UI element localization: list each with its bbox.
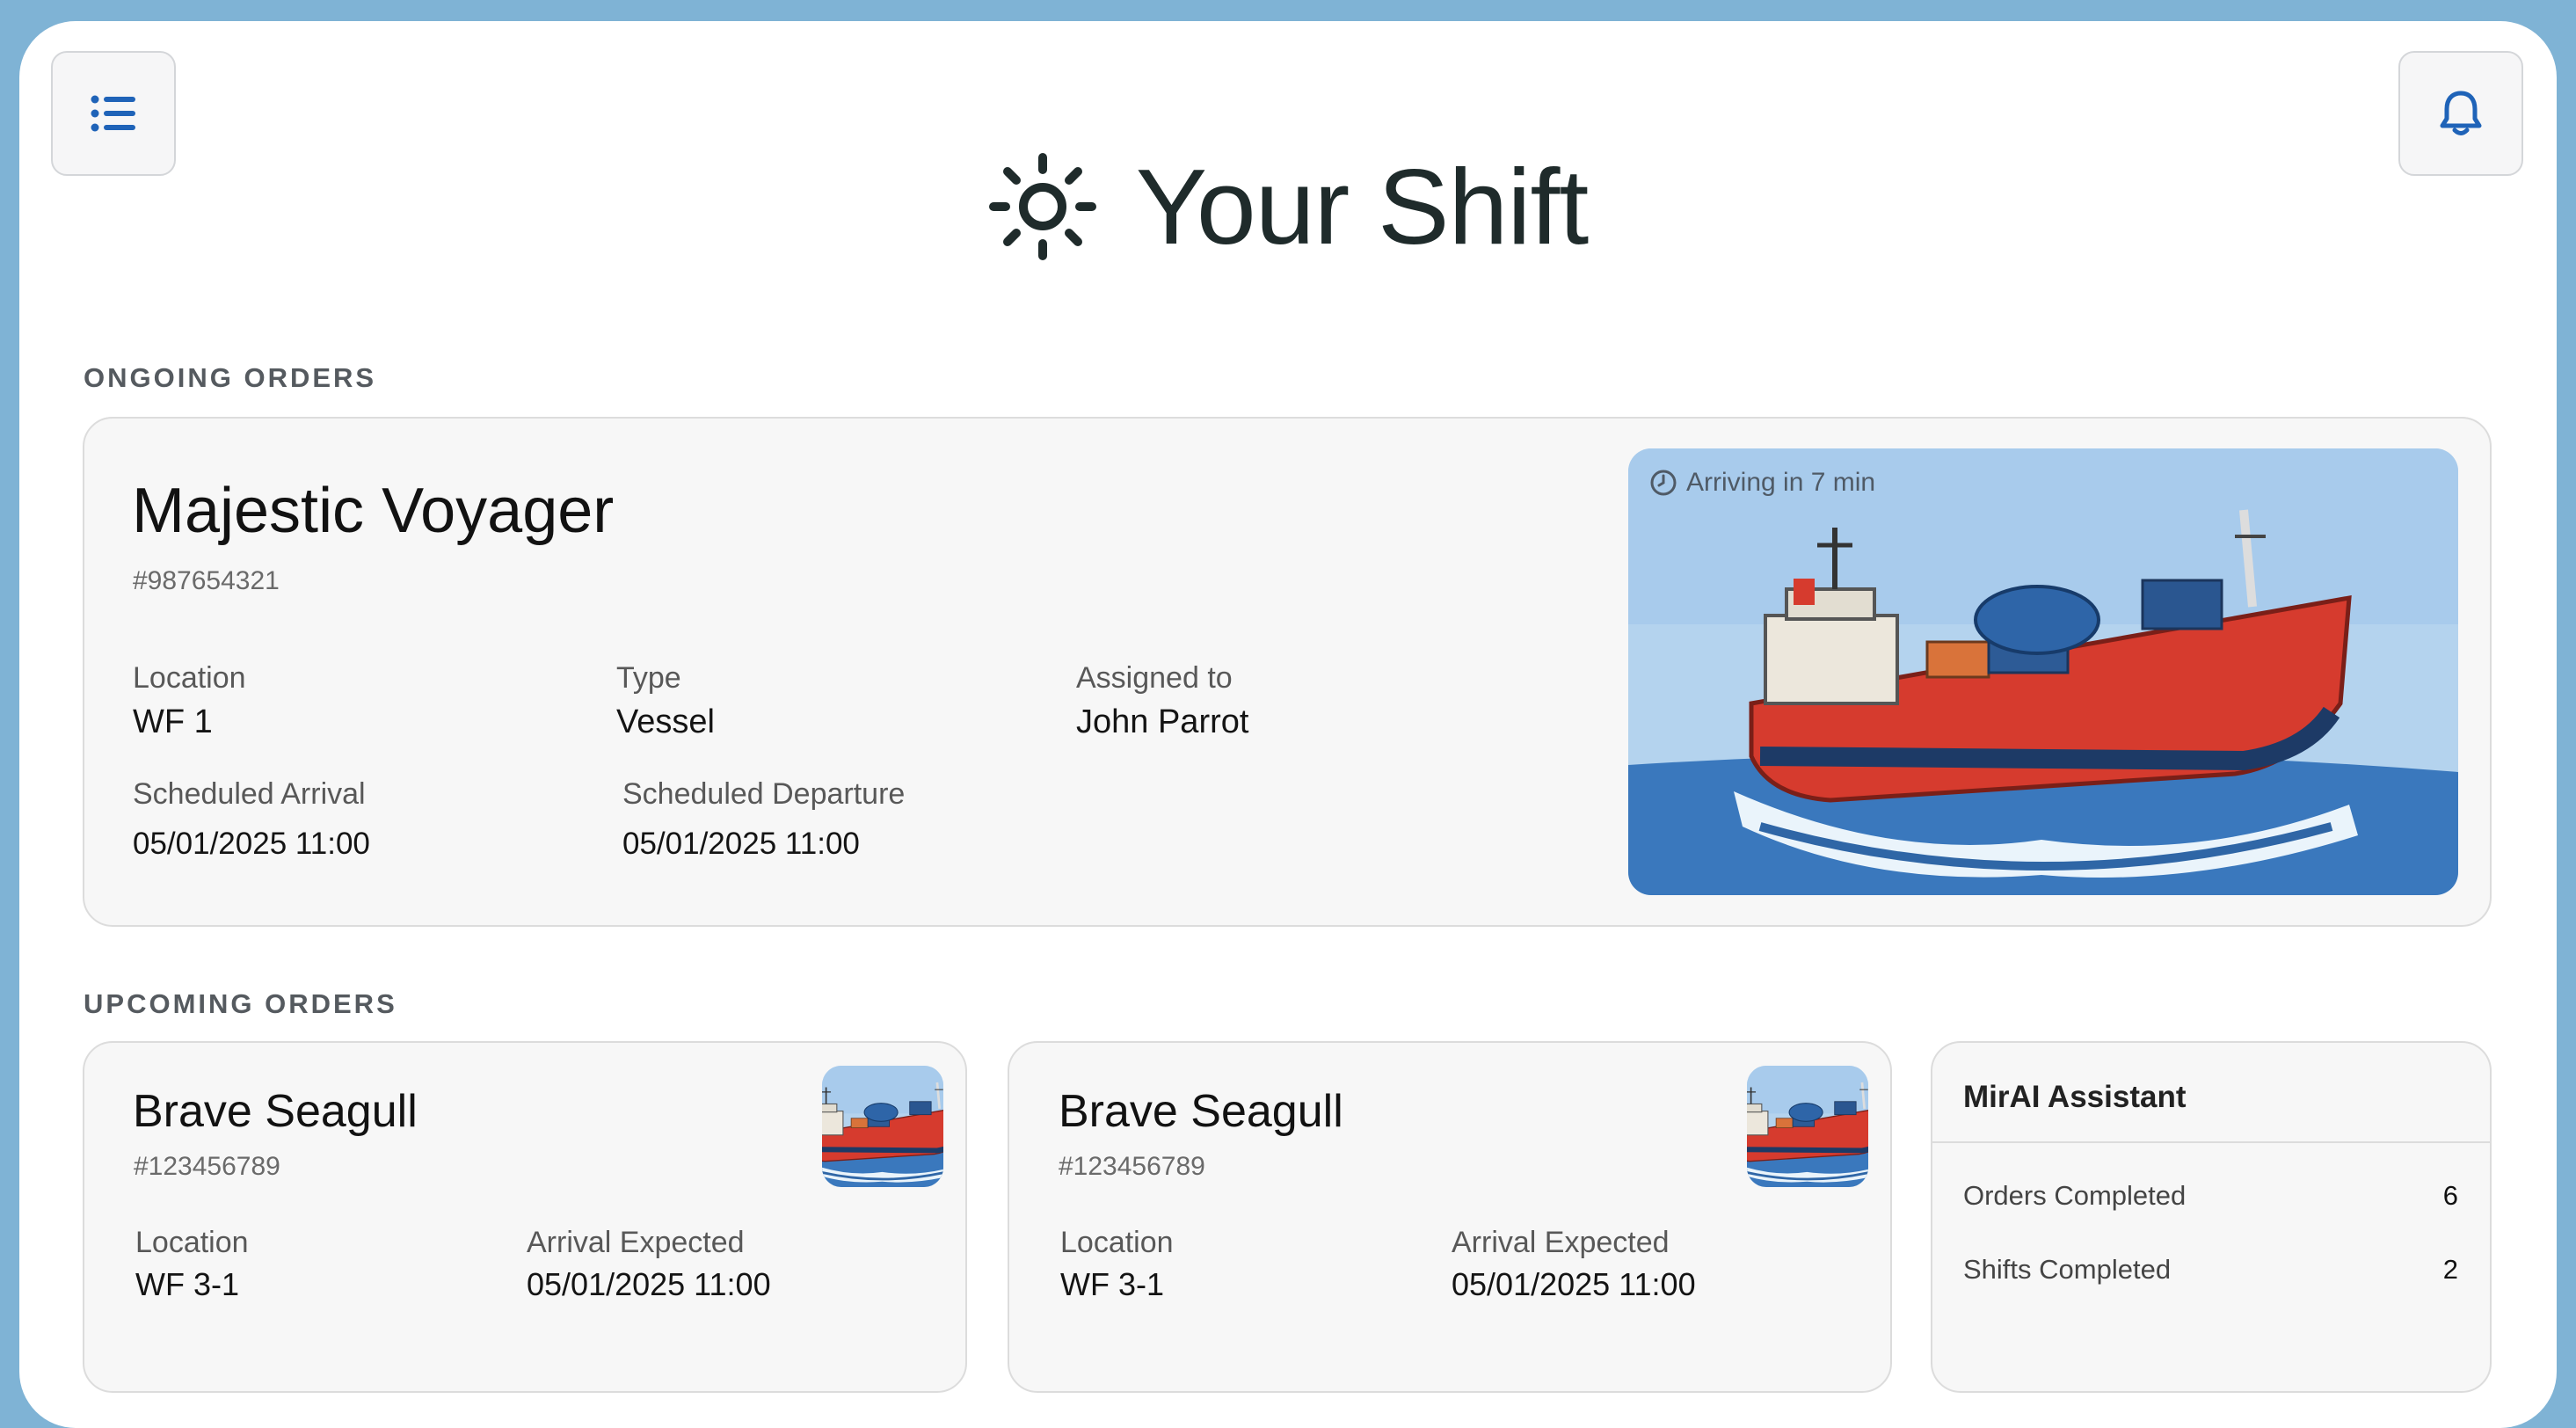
orders-completed-label: Orders Completed bbox=[1963, 1180, 2187, 1211]
order-id: #123456789 bbox=[1059, 1152, 1205, 1181]
arrival-expected-label: Arrival Expected bbox=[527, 1226, 745, 1259]
location-value: WF 1 bbox=[133, 703, 213, 740]
eta-text: Arriving in 7 min bbox=[1686, 468, 1876, 497]
assistant-title: MirAI Assistant bbox=[1963, 1080, 2187, 1114]
eta-badge: Arriving in 7 min bbox=[1649, 468, 1875, 498]
arrival-expected-value: 05/01/2025 11:00 bbox=[1452, 1266, 1696, 1302]
order-id: #987654321 bbox=[133, 566, 280, 595]
ship-thumbnail bbox=[1747, 1066, 1868, 1187]
assigned-label: Assigned to bbox=[1076, 661, 1233, 695]
arrival-expected-label: Arrival Expected bbox=[1452, 1226, 1670, 1259]
assigned-value: John Parrot bbox=[1076, 703, 1249, 740]
type-value: Vessel bbox=[616, 703, 715, 740]
location-label: Location bbox=[133, 661, 246, 695]
shifts-completed-label: Shifts Completed bbox=[1963, 1254, 2172, 1285]
orders-completed-value: 6 bbox=[2442, 1180, 2458, 1211]
page-title: Your Shift bbox=[1135, 147, 1590, 266]
ongoing-orders-heading: ONGOING ORDERS bbox=[84, 362, 377, 393]
ship-name: Majestic Voyager bbox=[132, 476, 615, 546]
list-menu-icon bbox=[91, 95, 135, 132]
sun-icon bbox=[988, 153, 1096, 260]
order-id: #123456789 bbox=[134, 1152, 280, 1181]
bell-icon bbox=[2440, 91, 2482, 135]
ship-name: Brave Seagull bbox=[133, 1086, 418, 1137]
assistant-divider bbox=[1932, 1141, 2490, 1143]
arrival-expected-value: 05/01/2025 11:00 bbox=[527, 1266, 771, 1302]
page-header: Your Shift bbox=[0, 132, 2576, 281]
type-label: Type bbox=[616, 661, 681, 695]
location-label: Location bbox=[135, 1226, 249, 1259]
location-value: WF 3-1 bbox=[1060, 1266, 1165, 1302]
ship-name: Brave Seagull bbox=[1059, 1086, 1343, 1137]
shifts-completed-value: 2 bbox=[2442, 1254, 2458, 1285]
scheduled-departure-label: Scheduled Departure bbox=[622, 777, 906, 811]
scheduled-arrival-label: Scheduled Arrival bbox=[133, 777, 366, 811]
ship-thumbnail bbox=[822, 1066, 943, 1187]
upcoming-orders-heading: UPCOMING ORDERS bbox=[84, 988, 397, 1019]
ship-illustration: Arriving in 7 min bbox=[1628, 448, 2458, 895]
scheduled-departure-value: 05/01/2025 11:00 bbox=[622, 827, 860, 861]
scheduled-arrival-value: 05/01/2025 11:00 bbox=[133, 827, 370, 861]
clock-icon bbox=[1650, 470, 1677, 496]
location-value: WF 3-1 bbox=[135, 1266, 240, 1302]
location-label: Location bbox=[1060, 1226, 1174, 1259]
